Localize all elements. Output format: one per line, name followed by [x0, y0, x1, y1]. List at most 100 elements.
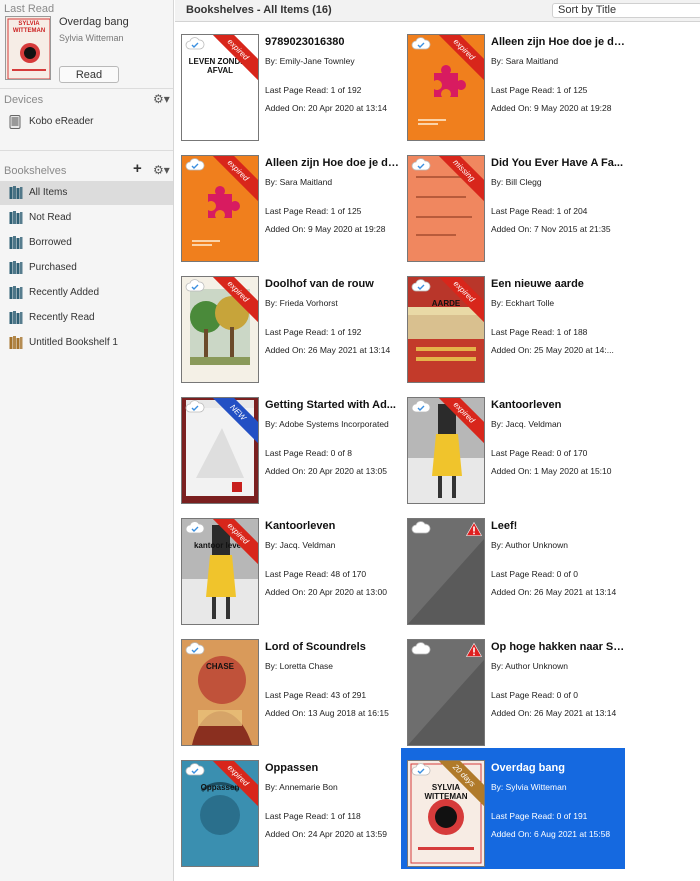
book-author: By: Eckhart Tolle	[491, 298, 555, 308]
bookshelf-item[interactable]: Recently Read	[0, 306, 173, 330]
book-last-page-read: Last Page Read: 43 of 291	[265, 690, 367, 700]
book-cover[interactable]	[407, 639, 485, 746]
book-info: Doolhof van de rouw By: Frieda Vorhorst La…	[265, 278, 399, 355]
book-title: 9789023016380	[265, 36, 345, 48]
book-cover[interactable]: expired	[181, 155, 259, 262]
bookshelf-item-label: Recently Added	[29, 287, 100, 298]
book-card[interactable]: NEW Getting Started with Ad... By: Adobe S…	[175, 385, 399, 506]
read-button[interactable]: Read	[59, 66, 119, 83]
book-info: Leef! By: Author Unknown Last Page Read: 0…	[491, 520, 625, 597]
add-bookshelf-icon[interactable]: +	[133, 160, 142, 177]
book-card[interactable]: Leef! By: Author Unknown Last Page Read: 0…	[401, 506, 625, 627]
book-title: Kantoorleven	[491, 399, 562, 411]
bookshelf-item-label: Not Read	[29, 212, 72, 223]
book-cover[interactable]: CHASE	[181, 639, 259, 746]
bookshelf-item[interactable]: Untitled Bookshelf 1	[0, 331, 173, 355]
bookshelf-icon	[9, 336, 23, 349]
cloud-check-icon	[185, 158, 205, 171]
book-card[interactable]: expired Alleen zijn Hoe doe je dat? By: Sa…	[175, 143, 399, 264]
cloud-check-icon	[411, 763, 431, 776]
book-cover[interactable]: Oppassen expired	[181, 760, 259, 867]
bookshelf-icon	[9, 261, 23, 274]
book-info: Lord of Scoundrels By: Loretta Chase Last …	[265, 641, 399, 718]
book-title: Lord of Scoundrels	[265, 641, 366, 653]
book-card[interactable]: LEVEN ZONDER AFVAL expired 9789023016380 By…	[175, 22, 399, 143]
book-card[interactable]: expired Kantoorleven By: Jacq. Veldman Last…	[401, 385, 625, 506]
cloud-check-icon	[411, 37, 431, 50]
book-last-page-read: Last Page Read: 1 of 192	[265, 327, 362, 337]
book-last-page-read: Last Page Read: 48 of 170	[265, 569, 367, 579]
book-cover[interactable]: missing	[407, 155, 485, 262]
cloud-check-icon	[411, 158, 431, 171]
device-item-kobo[interactable]: Kobo eReader	[0, 110, 173, 134]
book-cover[interactable]: expired	[181, 276, 259, 383]
book-card[interactable]: kantoor leven expired Kantoorleven By: Jacq…	[175, 506, 399, 627]
devices-gear-icon[interactable]: ⚙▾	[153, 92, 170, 106]
cloud-check-icon	[185, 37, 205, 50]
book-info: Een nieuwe aarde By: Eckhart Tolle Last Pa…	[491, 278, 625, 355]
book-author: By: Author Unknown	[491, 540, 569, 550]
book-added-on: Added On: 9 May 2020 at 19:28	[265, 224, 386, 234]
book-cover[interactable]: expired	[407, 34, 485, 141]
bookshelf-item-label: Recently Read	[29, 312, 95, 323]
book-last-page-read: Last Page Read: 1 of 118	[265, 811, 361, 821]
book-cover[interactable]: kantoor leven expired	[181, 518, 259, 625]
sort-select[interactable]: Sort by Title	[552, 3, 700, 18]
bookshelf-item[interactable]: Recently Added	[0, 281, 173, 305]
warning-icon	[466, 643, 482, 657]
book-cover[interactable]	[407, 518, 485, 625]
bookshelf-item-label: Purchased	[29, 262, 77, 273]
book-author: By: Jacq. Veldman	[491, 419, 562, 429]
bookshelf-item[interactable]: All Items	[0, 181, 173, 205]
book-card[interactable]: Oppassen expired Oppassen By: Annemarie Bon…	[175, 748, 399, 869]
book-author: By: Jacq. Veldman	[265, 540, 336, 550]
book-card[interactable]: AARDE expired Een nieuwe aarde By: Eckhart …	[401, 264, 625, 385]
book-last-page-read: Last Page Read: 0 of 8	[265, 448, 352, 458]
book-last-page-read: Last Page Read: 1 of 125	[491, 85, 588, 95]
devices-heading: Devices	[4, 94, 44, 106]
book-card[interactable]: Op hoge hakken naar Sa... By: Author Unkn…	[401, 627, 625, 748]
sidebar: Last Read SYLVIA WITTEMAN Overdag bang S…	[0, 0, 174, 881]
bookshelf-item[interactable]: Purchased	[0, 256, 173, 280]
book-added-on: Added On: 26 May 2021 at 13:14	[491, 708, 617, 718]
bookshelves-gear-icon[interactable]: ⚙▾	[153, 163, 170, 177]
bookshelf-item[interactable]: Not Read	[0, 206, 173, 230]
book-author: By: Sara Maitland	[265, 177, 333, 187]
book-cover[interactable]: expired	[407, 397, 485, 504]
book-cover[interactable]: SYLVIA WITTEMAN 20 days	[407, 760, 485, 867]
book-added-on: Added On: 26 May 2021 at 13:14	[265, 345, 391, 355]
book-card[interactable]: CHASE Lord of Scoundrels By: Loretta Chase…	[175, 627, 399, 748]
ereader-icon	[9, 115, 21, 129]
book-title: Oppassen	[265, 762, 319, 774]
sidebar-divider	[0, 88, 173, 89]
book-info: Alleen zijn Hoe doe je dat? By: Sara Mait…	[491, 36, 625, 113]
cloud-check-icon	[411, 279, 431, 292]
book-added-on: Added On: 13 Aug 2018 at 16:15	[265, 708, 389, 718]
bookshelves-heading: Bookshelves	[4, 165, 67, 177]
last-read-book-title: Overdag bang	[59, 16, 129, 28]
book-cover[interactable]: LEVEN ZONDER AFVAL expired	[181, 34, 259, 141]
book-cover[interactable]: NEW	[181, 397, 259, 504]
book-cover-text: CHASE	[205, 662, 234, 671]
book-card[interactable]: missing Did You Ever Have A Fa... By: Bill…	[401, 143, 625, 264]
book-author: By: Loretta Chase	[265, 661, 334, 671]
cloud-check-icon	[185, 642, 205, 655]
content-header: Bookshelves - All Items (16) Sort by Tit…	[175, 0, 700, 22]
bookshelf-icon	[9, 236, 23, 249]
last-read-cover[interactable]: SYLVIA WITTEMAN	[5, 16, 51, 80]
sidebar-divider	[0, 150, 173, 151]
book-cover[interactable]: AARDE expired	[407, 276, 485, 383]
book-card[interactable]: expired Doolhof van de rouw By: Frieda Vor…	[175, 264, 399, 385]
bookshelf-item[interactable]: Borrowed	[0, 231, 173, 255]
book-added-on: Added On: 24 Apr 2020 at 13:59	[265, 829, 387, 839]
bookshelf-item-label: All Items	[29, 187, 68, 198]
book-author: By: Annemarie Bon	[265, 782, 338, 792]
last-read-book-author: Sylvia Witteman	[59, 33, 124, 43]
book-card[interactable]: expired Alleen zijn Hoe doe je dat? By: Sa…	[401, 22, 625, 143]
book-info: Did You Ever Have A Fa... By: Bill Clegg L…	[491, 157, 625, 234]
cloud-check-icon	[185, 521, 205, 534]
book-card[interactable]: SYLVIA WITTEMAN 20 days Overdag bang By: Sy…	[401, 748, 625, 869]
book-added-on: Added On: 20 Apr 2020 at 13:05	[265, 466, 387, 476]
book-added-on: Added On: 1 May 2020 at 15:10	[491, 466, 612, 476]
book-added-on: Added On: 20 Apr 2020 at 13:14	[265, 103, 387, 113]
